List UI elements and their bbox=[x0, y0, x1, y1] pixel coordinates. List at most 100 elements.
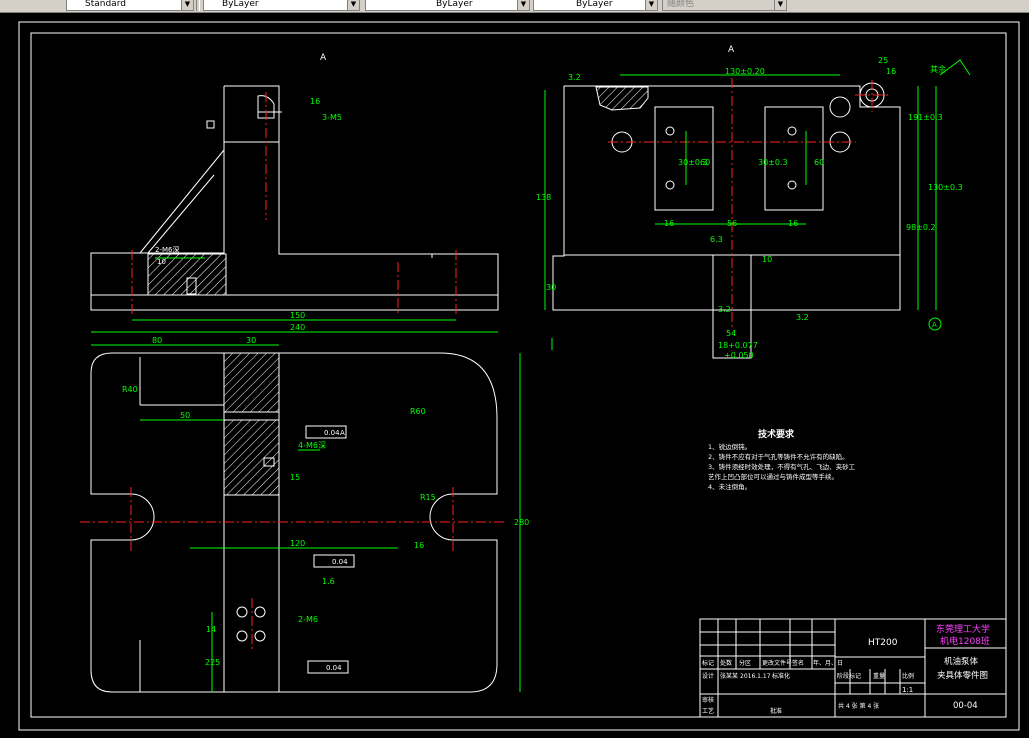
datum-label: A bbox=[932, 321, 937, 329]
dim-text: +0.050 bbox=[724, 351, 754, 360]
dim-text: 50 bbox=[180, 411, 190, 420]
dim-text: 16 bbox=[788, 219, 798, 228]
dim-text: 25 bbox=[878, 56, 888, 65]
chevron-down-icon[interactable]: ▼ bbox=[517, 0, 529, 10]
stage-label: 阶段标记 bbox=[837, 672, 861, 680]
dim-text: 98±0.2 bbox=[906, 223, 936, 232]
dim-text: 16 bbox=[414, 541, 424, 550]
outer-frame bbox=[18, 21, 1020, 731]
review-label: 审核 bbox=[702, 696, 714, 704]
designer-label: 设计 bbox=[702, 672, 714, 680]
dim-text: 3-M5 bbox=[322, 113, 342, 122]
dimension-lines bbox=[91, 59, 971, 692]
dim-text: 16 bbox=[664, 219, 674, 228]
dim-text: 4-M6深 bbox=[298, 441, 326, 450]
tolerance-frames bbox=[305, 317, 942, 674]
designer-name: 张某某 bbox=[720, 672, 738, 680]
process-label: 工艺 bbox=[702, 707, 714, 715]
dim-text: 6.3 bbox=[710, 235, 723, 244]
datum-label: A bbox=[340, 429, 345, 437]
dim-text: 18+0.077 bbox=[718, 341, 758, 350]
row-label: 处数 bbox=[720, 659, 732, 667]
dim-text: 120 bbox=[290, 539, 305, 548]
note-line: 1、锐边倒钝。 bbox=[708, 442, 751, 451]
dim-text: 80 bbox=[152, 336, 162, 345]
text-style-dropdown[interactable]: Standard ▼ bbox=[66, 0, 194, 11]
dim-text: 54 bbox=[726, 329, 736, 338]
linetype-value: ByLayer bbox=[436, 0, 473, 9]
dim-text: 16 bbox=[886, 67, 896, 76]
dim-text: 3.2 bbox=[718, 305, 731, 314]
chevron-down-icon[interactable]: ▼ bbox=[347, 0, 359, 10]
toolbar-separator bbox=[196, 0, 200, 11]
dim-text: 60 bbox=[814, 158, 824, 167]
chevron-down-icon[interactable]: ▼ bbox=[774, 0, 786, 10]
dim-text: 15 bbox=[290, 473, 300, 482]
class-name: 机电1208班 bbox=[940, 635, 990, 647]
dim-text: 1.6 bbox=[322, 577, 335, 586]
dim-text: 其余 bbox=[930, 64, 946, 74]
scale-value: 1:1 bbox=[902, 686, 913, 694]
row-label: 标记 bbox=[702, 659, 714, 667]
dim-text: R40 bbox=[122, 385, 138, 394]
section-label: A bbox=[320, 53, 327, 63]
dim-text: 240 bbox=[290, 323, 305, 332]
dim-text: 138 bbox=[536, 193, 551, 202]
dim-text: 56 bbox=[727, 219, 737, 228]
part-subtitle: 夹具体零件图 bbox=[937, 670, 988, 681]
dim-text: 30±0.3 bbox=[758, 158, 788, 167]
dim-text: R15 bbox=[420, 493, 436, 502]
note-line: 4、未注倒角。 bbox=[708, 482, 751, 491]
dim-text: 30 bbox=[246, 336, 256, 345]
tolerance-value: 0.04 bbox=[324, 429, 340, 437]
weight-label: 重量 bbox=[873, 672, 885, 680]
dim-text: 150 bbox=[290, 311, 305, 320]
lineweight-dropdown[interactable]: ByLayer ▼ bbox=[533, 0, 658, 11]
row-label: 更改文件号 bbox=[762, 659, 792, 667]
dim-text: 280 bbox=[514, 518, 529, 527]
chevron-down-icon[interactable]: ▼ bbox=[181, 0, 193, 10]
drawing-canvas[interactable]: A A 16 3-M5 150 240 80 30 50 R60 R40 4-M… bbox=[0, 13, 1029, 738]
part-name: 机油泵体 bbox=[944, 656, 979, 667]
note-line: 3、铸件须经时效处理，不得有气孔、飞边、夹砂工 bbox=[708, 462, 856, 471]
inner-frame bbox=[30, 32, 1007, 718]
dim-text: 16 bbox=[310, 97, 320, 106]
layer-dropdown[interactable]: ByLayer ▼ bbox=[203, 0, 360, 11]
dim-text: 130±0.3 bbox=[928, 183, 963, 192]
dim-text: 130±0.20 bbox=[725, 67, 765, 76]
dim-text: 30 bbox=[546, 283, 556, 292]
front-view bbox=[90, 85, 499, 311]
dim-text: 10 bbox=[157, 258, 166, 266]
row-label: 年、月、日 bbox=[813, 659, 843, 667]
scale-label: 比例 bbox=[902, 672, 914, 680]
notes-title: 技术要求 bbox=[758, 428, 795, 440]
technical-notes: 技术要求 1、锐边倒钝。 2、铸件不应有对于气孔等铸件不允许有的缺陷。 3、铸件… bbox=[708, 428, 856, 491]
dim-text: 3.2 bbox=[568, 73, 581, 82]
chevron-down-icon[interactable]: ▼ bbox=[645, 0, 657, 10]
dim-text: 10 bbox=[762, 255, 772, 264]
section-label: A bbox=[728, 45, 735, 55]
linetype-dropdown[interactable]: ByLayer ▼ bbox=[365, 0, 530, 11]
dim-text: R60 bbox=[410, 407, 426, 416]
dim-text: 3.2 bbox=[796, 313, 809, 322]
sheet-count: 共 4 张 第 4 张 bbox=[838, 702, 879, 710]
text-style-value: Standard bbox=[85, 0, 126, 9]
row-label: 分区 bbox=[739, 659, 751, 667]
dim-text: 2-M6 bbox=[298, 615, 318, 624]
dim-text: 60 bbox=[700, 158, 710, 167]
dim-text: 191±0.3 bbox=[908, 113, 943, 122]
dim-text: 14 bbox=[206, 625, 216, 634]
properties-toolbar: Standard ▼ ByLayer ▼ ByLayer ▼ ByLayer ▼… bbox=[0, 0, 1029, 13]
note-line: 艺作上凹凸部位可以通过与铸件成型等手续。 bbox=[708, 472, 838, 481]
plot-style-dropdown[interactable]: 随颜色 ▼ bbox=[662, 0, 787, 11]
material: HT200 bbox=[868, 638, 898, 648]
school-name: 东莞理工大学 bbox=[936, 623, 990, 635]
tolerance-value: 0.04 bbox=[332, 558, 348, 566]
approve-label: 批准 bbox=[770, 707, 782, 715]
tolerance-value: 0.04 bbox=[326, 664, 342, 672]
standard-label: 标准化 bbox=[772, 672, 790, 680]
dim-text: 225 bbox=[205, 658, 220, 667]
lineweight-value: ByLayer bbox=[576, 0, 613, 9]
layer-value: ByLayer bbox=[222, 0, 259, 9]
row-label: 签名 bbox=[792, 659, 804, 667]
